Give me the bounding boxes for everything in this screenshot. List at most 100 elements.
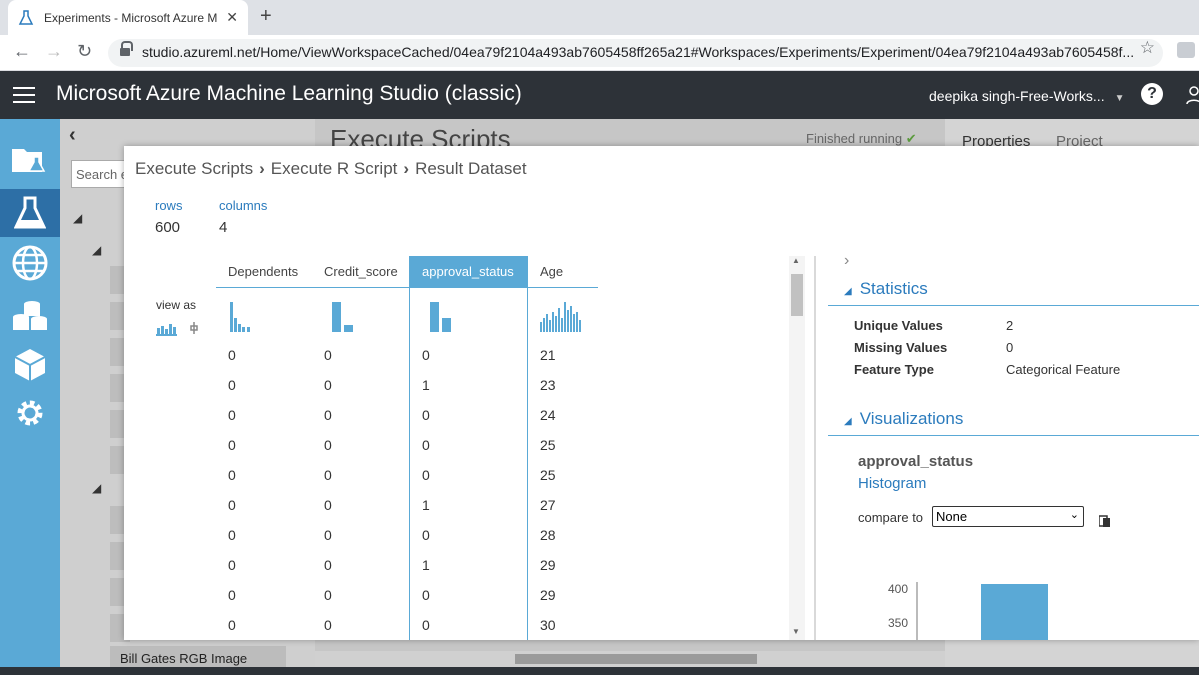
table-cell[interactable]: 0: [216, 490, 312, 520]
view-as-options: [156, 318, 206, 338]
table-cell[interactable]: 25: [528, 460, 598, 490]
nav-projects-icon[interactable]: [0, 135, 60, 183]
help-icon[interactable]: ?: [1141, 83, 1163, 105]
table-cell[interactable]: 0: [216, 610, 312, 640]
table-cell[interactable]: 0: [410, 610, 527, 640]
canvas-horizontal-scrollbar[interactable]: [315, 651, 945, 667]
table-cell[interactable]: 1: [410, 550, 527, 580]
nav-trained-models-icon[interactable]: [0, 341, 60, 389]
forward-icon[interactable]: →: [45, 41, 63, 62]
table-cell[interactable]: 0: [410, 340, 527, 370]
table-cell[interactable]: 0: [312, 490, 409, 520]
nav-web-services-icon[interactable]: [0, 239, 60, 287]
table-cell[interactable]: 29: [528, 550, 598, 580]
table-cell[interactable]: 21: [528, 340, 598, 370]
column-header[interactable]: Age: [528, 256, 598, 288]
table-cell[interactable]: 0: [216, 520, 312, 550]
table-cell[interactable]: 0: [410, 460, 527, 490]
table-cell[interactable]: 30: [528, 610, 598, 640]
scroll-up-icon[interactable]: ▲: [792, 256, 800, 265]
table-cell[interactable]: 1: [410, 490, 527, 520]
nav-datasets-icon[interactable]: [0, 291, 60, 339]
compare-to-select[interactable]: None ⌄: [932, 506, 1084, 527]
copy-icon[interactable]: [1099, 514, 1111, 528]
table-cell[interactable]: 0: [312, 430, 409, 460]
column-header[interactable]: approval_status: [410, 256, 527, 288]
table-cell[interactable]: 0: [312, 340, 409, 370]
statistics-section-header[interactable]: ◢ Statistics: [828, 279, 1199, 306]
breadcrumb-item[interactable]: Execute Scripts: [135, 159, 253, 178]
histogram-link[interactable]: Histogram: [858, 475, 926, 492]
table-cell[interactable]: 0: [312, 370, 409, 400]
table-column[interactable]: Age 21 23 24 25 25 27 28 29 29 30: [528, 256, 598, 640]
table-cell[interactable]: 29: [528, 580, 598, 610]
address-bar: ← → ↻ studio.azureml.net/Home/ViewWorksp…: [0, 35, 1199, 71]
table-cell[interactable]: 0: [216, 580, 312, 610]
table-cell[interactable]: 0: [312, 460, 409, 490]
table-cell[interactable]: 0: [410, 430, 527, 460]
table-vertical-scrollbar[interactable]: ▲ ▼: [789, 256, 805, 640]
table-cell[interactable]: 0: [312, 520, 409, 550]
nav-experiments-icon[interactable]: [0, 189, 60, 237]
run-status: Finished running ✔: [806, 131, 917, 147]
tree-expand-icon[interactable]: ◢: [92, 481, 101, 495]
tree-expand-icon[interactable]: ◢: [73, 211, 82, 225]
table-cell[interactable]: 0: [216, 430, 312, 460]
table-cell[interactable]: 25: [528, 430, 598, 460]
nav-settings-gear-icon[interactable]: [0, 389, 60, 437]
stat-value: 2: [1006, 318, 1014, 333]
back-icon[interactable]: ←: [13, 41, 31, 62]
user-menu[interactable]: deepika singh-Free-Works... ▼: [929, 88, 1125, 104]
app-title: Microsoft Azure Machine Learning Studio …: [56, 82, 522, 105]
table-column[interactable]: Dependents 0 0 0 0 0 0 0 0 0 0: [216, 256, 312, 640]
table-cell[interactable]: 0: [216, 550, 312, 580]
hamburger-menu-icon[interactable]: [13, 87, 35, 103]
close-tab-icon[interactable]: ✕: [226, 9, 238, 26]
table-cell[interactable]: 28: [528, 520, 598, 550]
bottom-bar: [0, 667, 1199, 675]
table-column[interactable]: Credit_score 0 0 0 0 0 0 0 0 0 0: [312, 256, 409, 640]
table-cell[interactable]: 0: [312, 580, 409, 610]
new-tab-button[interactable]: +: [260, 5, 272, 28]
column-header[interactable]: Dependents: [216, 256, 312, 288]
palette-search-input[interactable]: Search e: [71, 160, 131, 188]
reload-icon[interactable]: ↻: [77, 41, 92, 62]
table-cell[interactable]: 0: [410, 400, 527, 430]
table-cell[interactable]: 0: [312, 610, 409, 640]
pane-divider[interactable]: [814, 256, 816, 640]
compare-to-label: compare to: [858, 510, 924, 525]
table-cell[interactable]: 24: [528, 400, 598, 430]
table-cell[interactable]: 0: [216, 370, 312, 400]
y-tick-label: 350: [888, 616, 909, 630]
table-cell[interactable]: 27: [528, 490, 598, 520]
table-column-selected[interactable]: approval_status 0 1 0 0 0 1 0 1 0 0: [409, 256, 528, 640]
people-icon[interactable]: [1185, 84, 1199, 106]
stat-key: Unique Values: [854, 318, 943, 333]
table-cell[interactable]: 0: [216, 400, 312, 430]
collapse-palette-icon[interactable]: ‹: [69, 124, 76, 147]
visualizations-section-header[interactable]: ◢ Visualizations: [828, 409, 1199, 436]
table-cell[interactable]: 0: [216, 340, 312, 370]
column-header[interactable]: Credit_score: [312, 256, 409, 288]
expand-pane-icon[interactable]: ›: [844, 252, 849, 270]
extension-icon[interactable]: [1177, 42, 1195, 58]
histogram-view-icon[interactable]: [156, 318, 206, 338]
table-cell[interactable]: 0: [312, 550, 409, 580]
histogram-y-axis: [916, 582, 918, 640]
scrollbar-thumb[interactable]: [791, 274, 803, 316]
browser-tab[interactable]: Experiments - Microsoft Azure M ✕: [8, 0, 248, 35]
table-cell[interactable]: 0: [312, 400, 409, 430]
table-cell[interactable]: 23: [528, 370, 598, 400]
table-cell[interactable]: 0: [410, 580, 527, 610]
table-cell[interactable]: 0: [410, 520, 527, 550]
table-cell[interactable]: 0: [216, 460, 312, 490]
tree-expand-icon[interactable]: ◢: [92, 243, 101, 257]
browser-tab-strip: Experiments - Microsoft Azure M ✕ +: [0, 0, 1199, 35]
scroll-down-icon[interactable]: ▼: [792, 627, 800, 636]
scrollbar-thumb[interactable]: [515, 654, 757, 664]
breadcrumb-item[interactable]: Execute R Script: [271, 159, 398, 178]
visualizations-title: Visualizations: [859, 409, 964, 428]
bookmark-star-icon[interactable]: ☆: [1140, 38, 1155, 58]
url-field[interactable]: studio.azureml.net/Home/ViewWorkspaceCac…: [108, 39, 1163, 67]
table-cell[interactable]: 1: [410, 370, 527, 400]
